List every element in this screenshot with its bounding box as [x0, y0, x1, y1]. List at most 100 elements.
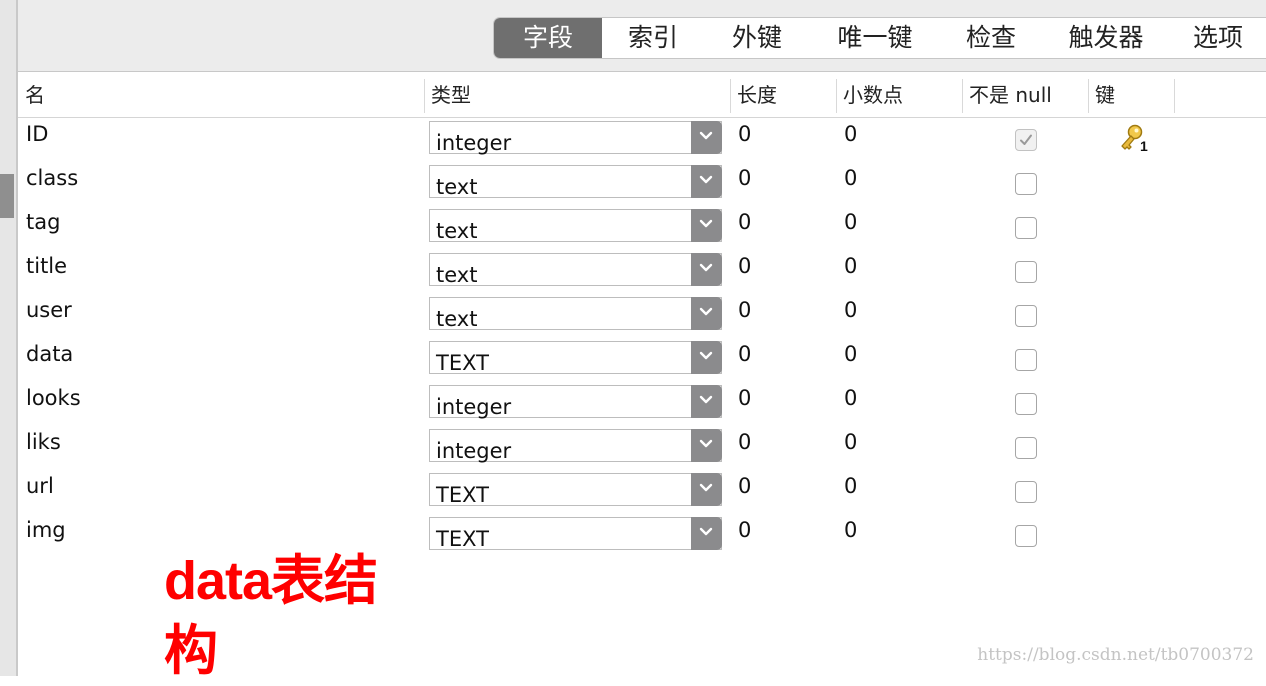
field-type-value: TEXT	[436, 351, 489, 375]
field-type-value: integer	[436, 395, 512, 419]
type-dropdown-button[interactable]	[691, 341, 722, 374]
tab-fields[interactable]: 字段	[494, 18, 602, 58]
field-decimals[interactable]: 0	[844, 254, 857, 278]
tab-foreign-keys[interactable]: 外键	[704, 18, 810, 58]
field-decimals[interactable]: 0	[844, 518, 857, 542]
field-type-value: text	[436, 307, 478, 331]
type-dropdown-button[interactable]	[691, 297, 722, 330]
field-type-value: text	[436, 219, 478, 243]
field-length[interactable]: 0	[738, 474, 751, 498]
left-scroll-thumb[interactable]	[0, 174, 14, 218]
not-null-checkbox[interactable]	[1015, 481, 1037, 503]
field-name[interactable]: ID	[26, 122, 48, 146]
field-decimals[interactable]: 0	[844, 210, 857, 234]
not-null-checkbox[interactable]	[1015, 349, 1037, 371]
not-null-checkbox[interactable]	[1015, 173, 1037, 195]
field-row[interactable]: title text 0 0	[18, 250, 1266, 294]
field-row[interactable]: ID integer 0 0 1	[18, 118, 1266, 162]
column-divider	[1174, 79, 1175, 113]
not-null-checkbox[interactable]	[1015, 437, 1037, 459]
column-header-name[interactable]: 名	[18, 73, 424, 117]
field-type-select[interactable]: TEXT	[429, 517, 722, 551]
key-index-label: 1	[1140, 138, 1148, 154]
field-type-select[interactable]: text	[429, 165, 722, 199]
left-panel-edge	[0, 0, 16, 676]
field-decimals[interactable]: 0	[844, 166, 857, 190]
field-type-value: TEXT	[436, 483, 489, 507]
field-name[interactable]: tag	[26, 210, 60, 234]
field-row[interactable]: tag text 0 0	[18, 206, 1266, 250]
column-header-key[interactable]: 键	[1088, 73, 1174, 117]
type-dropdown-button[interactable]	[691, 473, 722, 506]
annotation-text: data表结构	[164, 551, 378, 681]
tab-indexes[interactable]: 索引	[602, 18, 704, 58]
field-name[interactable]: img	[26, 518, 66, 542]
tab-unique-keys[interactable]: 唯一键	[810, 18, 940, 58]
field-length[interactable]: 0	[738, 342, 751, 366]
field-type-value: integer	[436, 439, 512, 463]
field-type-select[interactable]: text	[429, 253, 722, 287]
tab-checks[interactable]: 检查	[940, 18, 1042, 58]
field-type-select[interactable]: integer	[429, 121, 722, 155]
field-length[interactable]: 0	[738, 518, 751, 542]
tab-options[interactable]: 选项	[1170, 18, 1266, 58]
field-row[interactable]: class text 0 0	[18, 162, 1266, 206]
type-dropdown-button[interactable]	[691, 429, 722, 462]
field-row[interactable]: data TEXT 0 0	[18, 338, 1266, 382]
column-header-type[interactable]: 类型	[424, 73, 730, 117]
field-name[interactable]: liks	[26, 430, 61, 454]
field-length[interactable]: 0	[738, 122, 751, 146]
field-length[interactable]: 0	[738, 166, 751, 190]
field-row[interactable]: liks integer 0 0	[18, 426, 1266, 470]
field-decimals[interactable]: 0	[844, 298, 857, 322]
field-type-select[interactable]: integer	[429, 429, 722, 463]
tab-triggers[interactable]: 触发器	[1042, 18, 1170, 58]
field-type-value: TEXT	[436, 527, 489, 551]
type-dropdown-button[interactable]	[691, 209, 722, 242]
type-dropdown-button[interactable]	[691, 253, 722, 286]
field-type-select[interactable]: integer	[429, 385, 722, 419]
field-row[interactable]: user text 0 0	[18, 294, 1266, 338]
field-decimals[interactable]: 0	[844, 430, 857, 454]
not-null-checkbox[interactable]	[1015, 217, 1037, 239]
field-length[interactable]: 0	[738, 210, 751, 234]
field-type-select[interactable]: TEXT	[429, 341, 722, 375]
field-length[interactable]: 0	[738, 254, 751, 278]
not-null-checkbox[interactable]	[1015, 129, 1037, 151]
field-name[interactable]: looks	[26, 386, 81, 410]
field-row[interactable]: url TEXT 0 0	[18, 470, 1266, 514]
type-dropdown-button[interactable]	[691, 385, 722, 418]
field-decimals[interactable]: 0	[844, 122, 857, 146]
not-null-checkbox[interactable]	[1015, 393, 1037, 415]
column-header-decimals[interactable]: 小数点	[836, 73, 962, 117]
field-name[interactable]: data	[26, 342, 73, 366]
watermark: https://blog.csdn.net/tb0700372	[977, 645, 1254, 665]
tab-bar: 字段 索引 外键 唯一键 检查 触发器 选项	[493, 17, 1266, 59]
field-type-select[interactable]: TEXT	[429, 473, 722, 507]
field-name[interactable]: class	[26, 166, 78, 190]
field-type-select[interactable]: text	[429, 209, 722, 243]
field-decimals[interactable]: 0	[844, 474, 857, 498]
field-type-select[interactable]: text	[429, 297, 722, 331]
field-name[interactable]: user	[26, 298, 72, 322]
field-type-value: text	[436, 263, 478, 287]
field-length[interactable]: 0	[738, 430, 751, 454]
type-dropdown-button[interactable]	[691, 121, 722, 154]
field-length[interactable]: 0	[738, 386, 751, 410]
field-decimals[interactable]: 0	[844, 342, 857, 366]
field-row[interactable]: looks integer 0 0	[18, 382, 1266, 426]
field-decimals[interactable]: 0	[844, 386, 857, 410]
not-null-checkbox[interactable]	[1015, 261, 1037, 283]
field-length[interactable]: 0	[738, 298, 751, 322]
column-header-not-null[interactable]: 不是 null	[962, 73, 1088, 117]
not-null-checkbox[interactable]	[1015, 305, 1037, 327]
type-dropdown-button[interactable]	[691, 165, 722, 198]
column-header-length[interactable]: 长度	[730, 73, 836, 117]
field-type-value: text	[436, 175, 478, 199]
type-dropdown-button[interactable]	[691, 517, 722, 550]
field-name[interactable]: title	[26, 254, 67, 278]
field-type-value: integer	[436, 131, 512, 155]
fields-table-header: 名 类型 长度 小数点 不是 null 键	[18, 73, 1266, 118]
field-name[interactable]: url	[26, 474, 54, 498]
not-null-checkbox[interactable]	[1015, 525, 1037, 547]
